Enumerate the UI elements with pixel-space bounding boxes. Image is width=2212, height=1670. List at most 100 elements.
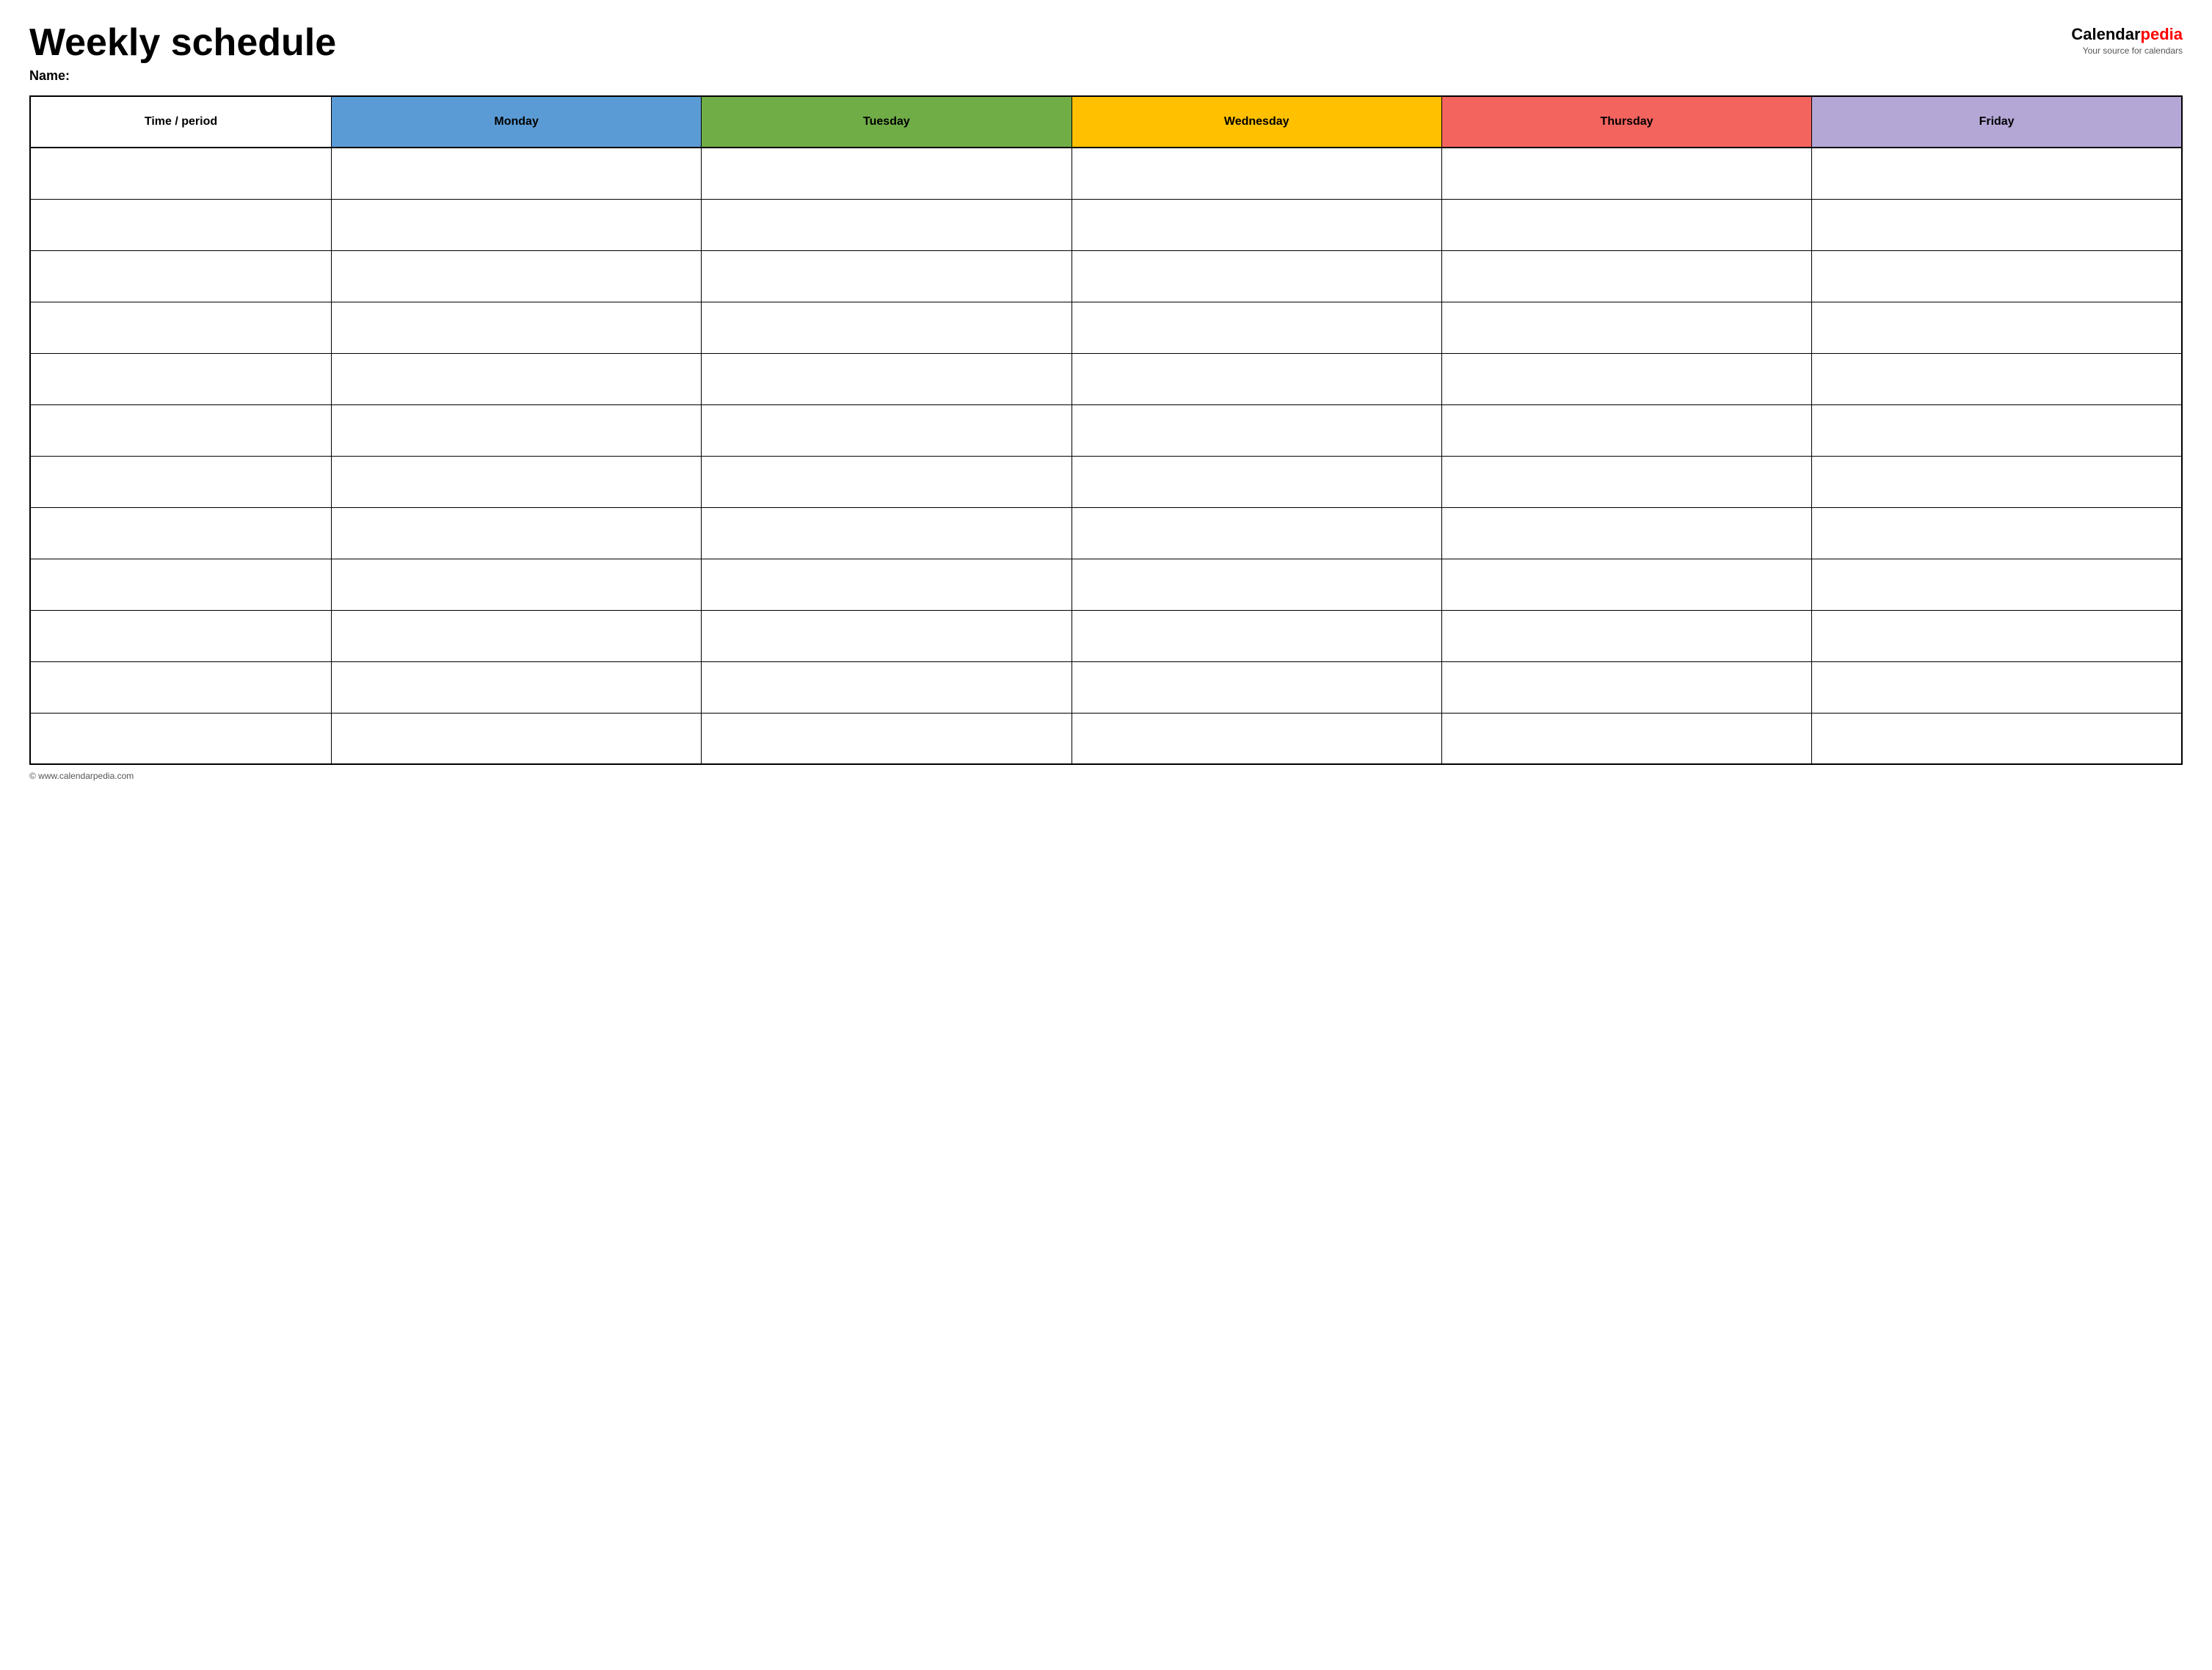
table-cell[interactable] <box>702 199 1072 250</box>
schedule-table: Time / period Monday Tuesday Wednesday T… <box>29 95 2183 765</box>
header-section: Weekly schedule Name: Calendarpedia Your… <box>29 22 2183 84</box>
table-cell[interactable] <box>1812 404 2182 456</box>
table-row <box>30 559 2182 610</box>
table-cell[interactable] <box>702 302 1072 353</box>
table-cell[interactable] <box>1072 404 1441 456</box>
table-cell[interactable] <box>331 302 701 353</box>
table-cell[interactable] <box>1441 404 1811 456</box>
table-cell[interactable] <box>1072 559 1441 610</box>
header-row: Time / period Monday Tuesday Wednesday T… <box>30 96 2182 148</box>
col-header-thursday: Thursday <box>1441 96 1811 148</box>
table-cell[interactable] <box>702 456 1072 507</box>
table-cell[interactable] <box>30 302 331 353</box>
page-title: Weekly schedule <box>29 22 336 64</box>
table-cell[interactable] <box>702 559 1072 610</box>
table-cell[interactable] <box>1441 302 1811 353</box>
logo-area: Calendarpedia Your source for calendars <box>2071 25 2183 56</box>
logo-tagline: Your source for calendars <box>2083 46 2183 56</box>
table-cell[interactable] <box>1072 456 1441 507</box>
table-cell[interactable] <box>702 250 1072 302</box>
table-cell[interactable] <box>30 661 331 713</box>
table-cell[interactable] <box>1812 661 2182 713</box>
table-cell[interactable] <box>30 250 331 302</box>
table-cell[interactable] <box>331 713 701 764</box>
table-cell[interactable] <box>1441 250 1811 302</box>
logo-calendar-text: Calendar <box>2071 25 2140 43</box>
table-cell[interactable] <box>1812 353 2182 404</box>
table-row <box>30 404 2182 456</box>
copyright-text: © www.calendarpedia.com <box>29 771 134 781</box>
table-row <box>30 148 2182 199</box>
table-cell[interactable] <box>1812 456 2182 507</box>
table-cell[interactable] <box>1441 713 1811 764</box>
table-cell[interactable] <box>1441 199 1811 250</box>
table-cell[interactable] <box>331 507 701 559</box>
page-container: Weekly schedule Name: Calendarpedia Your… <box>29 22 2183 781</box>
table-row <box>30 661 2182 713</box>
table-cell[interactable] <box>331 661 701 713</box>
col-header-time: Time / period <box>30 96 331 148</box>
table-row <box>30 250 2182 302</box>
table-cell[interactable] <box>702 713 1072 764</box>
table-cell[interactable] <box>1812 507 2182 559</box>
table-cell[interactable] <box>1812 250 2182 302</box>
table-cell[interactable] <box>30 507 331 559</box>
table-cell[interactable] <box>331 456 701 507</box>
table-row <box>30 199 2182 250</box>
title-area: Weekly schedule Name: <box>29 22 336 84</box>
col-header-monday: Monday <box>331 96 701 148</box>
table-cell[interactable] <box>1812 199 2182 250</box>
table-cell[interactable] <box>331 199 701 250</box>
table-cell[interactable] <box>1441 559 1811 610</box>
table-cell[interactable] <box>1441 148 1811 199</box>
table-cell[interactable] <box>1072 507 1441 559</box>
col-header-friday: Friday <box>1812 96 2182 148</box>
table-cell[interactable] <box>702 507 1072 559</box>
table-cell[interactable] <box>1072 353 1441 404</box>
table-cell[interactable] <box>30 148 331 199</box>
table-cell[interactable] <box>1812 610 2182 661</box>
name-label: Name: <box>29 68 336 84</box>
table-cell[interactable] <box>1812 302 2182 353</box>
table-cell[interactable] <box>1072 661 1441 713</box>
table-cell[interactable] <box>1072 302 1441 353</box>
table-cell[interactable] <box>30 610 331 661</box>
footer: © www.calendarpedia.com <box>29 771 2183 781</box>
table-cell[interactable] <box>30 559 331 610</box>
table-cell[interactable] <box>30 353 331 404</box>
col-header-tuesday: Tuesday <box>702 96 1072 148</box>
table-cell[interactable] <box>702 148 1072 199</box>
table-cell[interactable] <box>331 610 701 661</box>
table-cell[interactable] <box>30 456 331 507</box>
table-cell[interactable] <box>1441 456 1811 507</box>
table-cell[interactable] <box>1072 610 1441 661</box>
table-cell[interactable] <box>1072 713 1441 764</box>
table-cell[interactable] <box>30 404 331 456</box>
table-cell[interactable] <box>1072 148 1441 199</box>
table-cell[interactable] <box>1812 559 2182 610</box>
table-cell[interactable] <box>1441 353 1811 404</box>
table-cell[interactable] <box>331 353 701 404</box>
table-cell[interactable] <box>1072 199 1441 250</box>
table-cell[interactable] <box>1812 148 2182 199</box>
logo: Calendarpedia <box>2071 25 2183 44</box>
table-cell[interactable] <box>702 353 1072 404</box>
table-cell[interactable] <box>30 713 331 764</box>
table-cell[interactable] <box>1441 610 1811 661</box>
table-cell[interactable] <box>1441 661 1811 713</box>
table-cell[interactable] <box>331 250 701 302</box>
table-cell[interactable] <box>30 199 331 250</box>
table-row <box>30 610 2182 661</box>
logo-pedia-text: pedia <box>2141 25 2183 43</box>
table-row <box>30 507 2182 559</box>
table-cell[interactable] <box>331 148 701 199</box>
table-cell[interactable] <box>1072 250 1441 302</box>
table-row <box>30 456 2182 507</box>
table-cell[interactable] <box>702 404 1072 456</box>
table-cell[interactable] <box>1441 507 1811 559</box>
table-cell[interactable] <box>1812 713 2182 764</box>
table-cell[interactable] <box>331 404 701 456</box>
table-cell[interactable] <box>331 559 701 610</box>
table-cell[interactable] <box>702 661 1072 713</box>
table-cell[interactable] <box>702 610 1072 661</box>
